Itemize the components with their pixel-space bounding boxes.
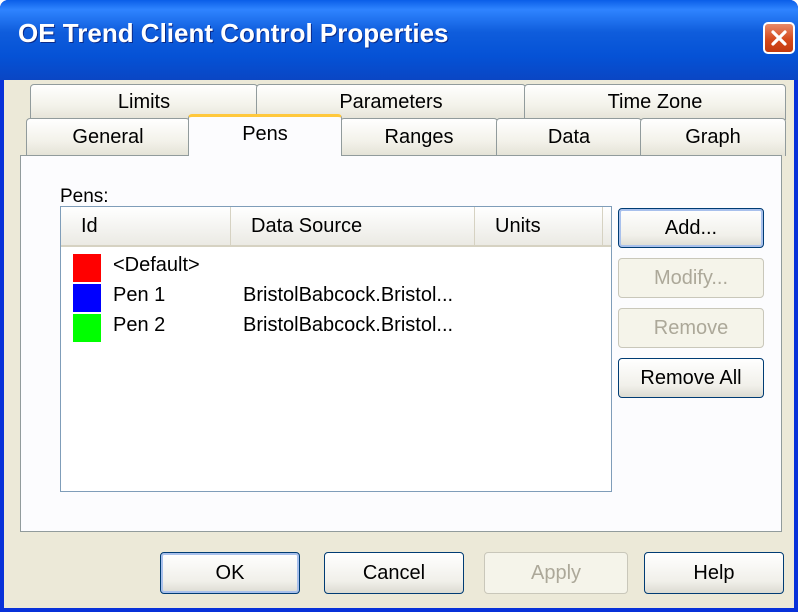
tab-limits-label: Limits bbox=[117, 91, 171, 113]
tab-graph[interactable]: Graph bbox=[640, 118, 786, 156]
tab-parameters-label: Parameters bbox=[339, 91, 443, 113]
add-pen-button[interactable]: Add... bbox=[618, 208, 764, 248]
list-item[interactable]: Pen 1 BristolBabcock.Bristol... bbox=[73, 281, 573, 312]
tab-time-zone-label: Time Zone bbox=[607, 91, 703, 113]
add-pen-button-label: Add... bbox=[664, 216, 718, 239]
column-header-units[interactable]: Units bbox=[475, 207, 603, 245]
remove-pen-button-label: Remove bbox=[653, 316, 729, 339]
tab-ranges-label: Ranges bbox=[384, 126, 454, 148]
pen-id: Pen 1 bbox=[113, 284, 166, 306]
column-header-data-source-label: Data Source bbox=[251, 214, 363, 237]
tab-ranges[interactable]: Ranges bbox=[340, 118, 498, 156]
tab-graph-label: Graph bbox=[685, 126, 741, 148]
tab-data-label: Data bbox=[547, 126, 591, 148]
column-header-data-source[interactable]: Data Source bbox=[231, 207, 475, 245]
pen-id: <Default> bbox=[113, 254, 200, 276]
pen-color-swatch bbox=[73, 284, 101, 312]
pens-label: Pens: bbox=[60, 186, 109, 207]
tab-general[interactable]: General bbox=[26, 118, 190, 156]
pens-list[interactable]: Id Data Source Units <Default> Pen 1 Bri… bbox=[60, 206, 612, 492]
pen-data-source: BristolBabcock.Bristol... bbox=[243, 314, 454, 336]
help-button[interactable]: Help bbox=[644, 552, 784, 594]
tab-time-zone[interactable]: Time Zone bbox=[524, 84, 786, 120]
modify-pen-button-label: Modify... bbox=[653, 266, 729, 289]
pen-color-swatch bbox=[73, 314, 101, 342]
close-button[interactable] bbox=[763, 22, 795, 54]
modify-pen-button[interactable]: Modify... bbox=[618, 258, 764, 298]
ok-button[interactable]: OK bbox=[160, 552, 300, 594]
pen-data-source: BristolBabcock.Bristol... bbox=[243, 284, 454, 306]
ok-button-label: OK bbox=[215, 561, 245, 584]
list-header: Id Data Source Units bbox=[61, 207, 611, 247]
dialog-client-area: Limits Parameters Time Zone General Pens… bbox=[4, 80, 794, 608]
tab-general-label: General bbox=[72, 126, 144, 148]
cancel-button[interactable]: Cancel bbox=[324, 552, 464, 594]
dialog-title: OE Trend Client Control Properties bbox=[18, 18, 449, 48]
help-button-label: Help bbox=[693, 561, 735, 584]
column-header-units-label: Units bbox=[495, 214, 541, 237]
remove-pen-button[interactable]: Remove bbox=[618, 308, 764, 348]
close-icon bbox=[771, 30, 787, 46]
remove-all-pens-button-label: Remove All bbox=[640, 366, 742, 389]
apply-button-label: Apply bbox=[530, 561, 582, 584]
properties-dialog: OE Trend Client Control Properties Limit… bbox=[0, 0, 798, 612]
tab-pens[interactable]: Pens bbox=[188, 114, 342, 156]
cancel-button-label: Cancel bbox=[362, 561, 426, 584]
apply-button[interactable]: Apply bbox=[484, 552, 628, 594]
list-item[interactable]: Pen 2 BristolBabcock.Bristol... bbox=[73, 311, 573, 342]
pen-id: Pen 2 bbox=[113, 314, 166, 336]
tab-data[interactable]: Data bbox=[496, 118, 642, 156]
remove-all-pens-button[interactable]: Remove All bbox=[618, 358, 764, 398]
column-header-id-label: Id bbox=[81, 214, 98, 237]
column-header-id[interactable]: Id bbox=[61, 207, 231, 245]
pen-color-swatch bbox=[73, 254, 101, 282]
tab-pens-label: Pens bbox=[242, 123, 288, 145]
title-bar[interactable]: OE Trend Client Control Properties bbox=[0, 0, 798, 80]
list-item[interactable]: <Default> bbox=[73, 251, 573, 282]
